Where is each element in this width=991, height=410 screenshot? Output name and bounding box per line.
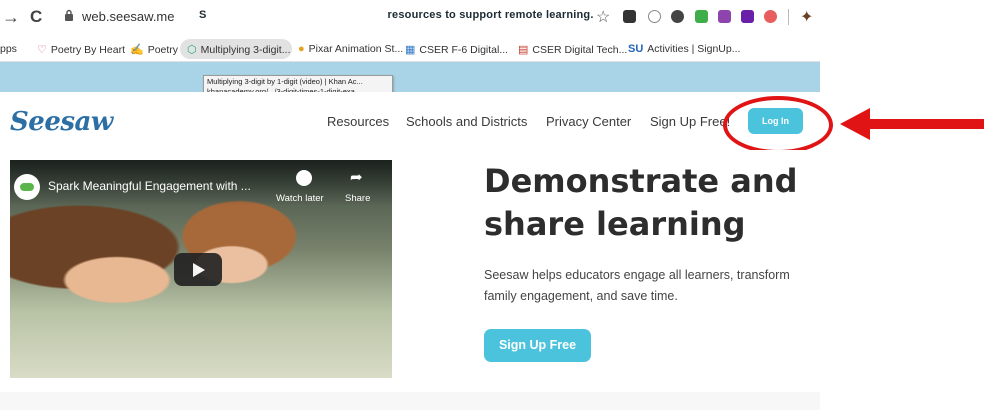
extension-icon[interactable] (648, 10, 661, 23)
bookmark-pixar[interactable]: ● Pixar Animation St... (298, 43, 403, 55)
bookmark-cser-f6[interactable]: ▦ CSER F-6 Digital... (405, 43, 508, 56)
bookmark-khan-academy[interactable]: ⬡ Multiplying 3-digit... (187, 43, 290, 56)
cser-digital-icon: ▤ (518, 44, 529, 56)
annotation-arrow-shaft (868, 119, 984, 129)
extension-icon[interactable] (671, 10, 684, 23)
extension-icon[interactable] (695, 10, 708, 23)
channel-avatar-icon[interactable] (14, 174, 40, 200)
clock-icon[interactable] (296, 170, 312, 186)
onenote-icon[interactable] (741, 10, 754, 23)
pixar-icon: ● (298, 43, 305, 55)
bookmark-star-icon[interactable]: ☆ (596, 7, 610, 27)
bookmark-apps[interactable]: pps (0, 43, 17, 55)
share-icon[interactable]: ➦ (350, 168, 363, 186)
annotation-circle (723, 96, 833, 154)
bookmark-signup[interactable]: SU Activities | SignUp... (628, 43, 740, 55)
nav-resources[interactable]: Resources (327, 114, 389, 129)
nav-privacy-center[interactable]: Privacy Center (546, 114, 631, 129)
extension-icon[interactable] (623, 10, 636, 23)
banner-text[interactable]: Sresources to support remote learning. (199, 9, 594, 21)
toolbar-divider (788, 9, 789, 25)
tooltip-title: Multiplying 3-digit by 1-digit (video) |… (207, 77, 363, 86)
page-bottom-strip (0, 392, 820, 410)
bookmark-cser-digital-tech[interactable]: ▤ CSER Digital Tech... (518, 43, 627, 56)
announcement-banner[interactable] (0, 62, 820, 92)
hero-description: Seesaw helps educators engage all learne… (484, 268, 790, 303)
lock-icon (65, 9, 73, 21)
profile-avatar-icon[interactable]: ✦ (800, 7, 813, 27)
extension-icon[interactable] (718, 10, 731, 23)
reload-icon[interactable]: C (30, 7, 42, 27)
hero-heading: Demonstrate and share learning (484, 162, 798, 243)
bookmark-poetry-by-heart[interactable]: ♡ Poetry By Heart (37, 43, 125, 56)
heart-icon: ♡ (37, 44, 47, 56)
pen-icon: ✍ (130, 44, 144, 56)
nav-schools-and-districts[interactable]: Schools and Districts (406, 114, 527, 129)
sign-up-free-button[interactable]: Sign Up Free (484, 329, 591, 362)
annotation-arrow-head (840, 108, 870, 140)
forward-arrow-icon[interactable]: → (2, 7, 20, 28)
signup-icon: SU (628, 43, 644, 55)
screenshot-root: → C web.seesaw.me ☆ ✦ pps ♡ Poetry By Hea… (0, 0, 991, 410)
video-player[interactable]: Spark Meaningful Engagement with ... ➦ W… (10, 160, 392, 378)
seesaw-logo[interactable]: Seesaw (10, 107, 113, 137)
bookmarks-bar: pps ♡ Poetry By Heart ✍ Poetry ⬡ Multiplyin… (0, 36, 820, 62)
share-button[interactable]: Share (345, 193, 370, 204)
nav-sign-up-free[interactable]: Sign Up Free! (650, 114, 730, 129)
extension-icon[interactable] (764, 10, 777, 23)
play-button-icon[interactable] (174, 253, 222, 286)
bookmark-poetry[interactable]: ✍ Poetry (130, 43, 178, 56)
cser-icon: ▦ (405, 44, 416, 56)
khan-academy-icon: ⬡ (187, 44, 197, 56)
watch-later-button[interactable]: Watch later (276, 193, 324, 204)
video-title[interactable]: Spark Meaningful Engagement with ... (48, 179, 251, 193)
address-bar[interactable]: web.seesaw.me (82, 9, 175, 24)
